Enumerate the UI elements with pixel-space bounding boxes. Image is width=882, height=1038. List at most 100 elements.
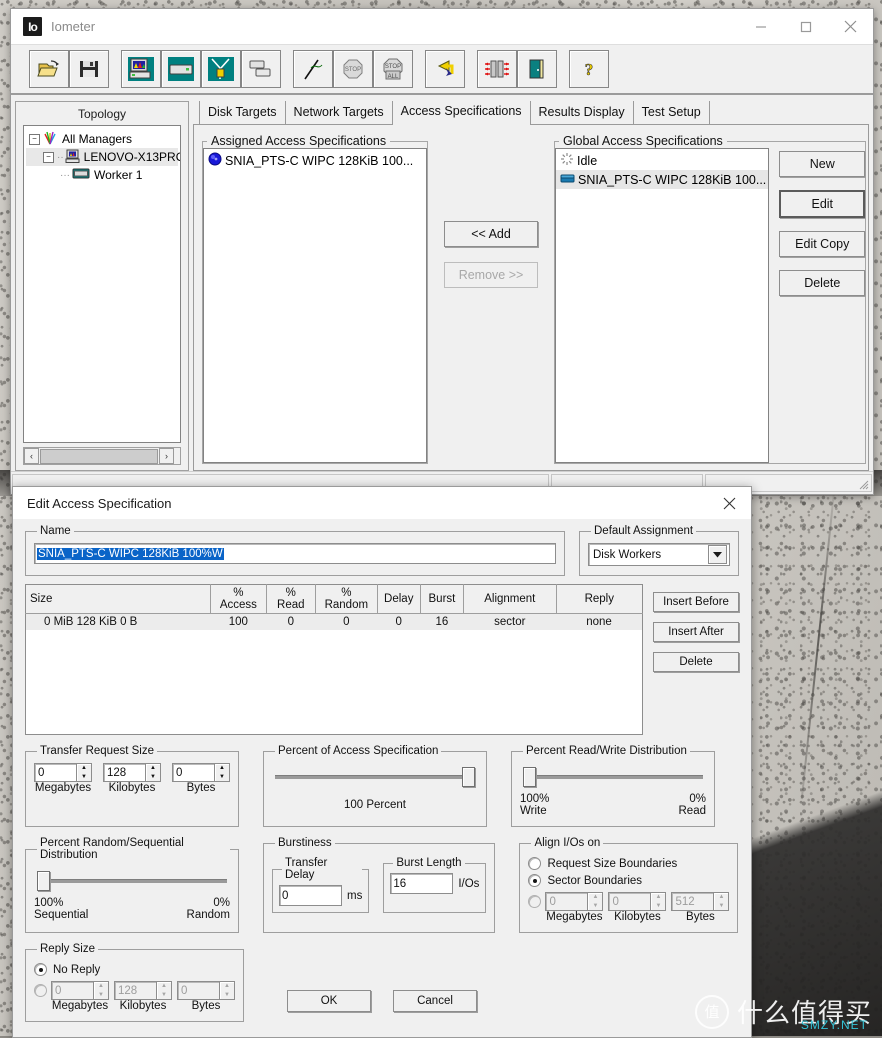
column-header-alignment[interactable]: Alignment: [464, 585, 557, 614]
radio-icon[interactable]: [528, 857, 541, 870]
column-header-burst[interactable]: Burst: [420, 585, 463, 614]
megabytes-label: Megabytes: [34, 782, 92, 794]
align-custom-radio-icon[interactable]: [528, 895, 541, 908]
percent-of-access-slider[interactable]: [275, 767, 475, 785]
column-header-access[interactable]: % Access: [211, 585, 267, 614]
kilobytes-stepper[interactable]: 128 ▲▼: [103, 763, 161, 782]
access-spec-table[interactable]: Size % Access % Read % Random Delay Burs…: [25, 584, 643, 735]
column-header-random[interactable]: % Random: [315, 585, 377, 614]
align-request-size-radio[interactable]: Request Size Boundaries: [528, 855, 729, 872]
new-worker-button[interactable]: [161, 50, 201, 88]
radio-icon-selected[interactable]: [34, 963, 47, 976]
tab-results-display[interactable]: Results Display: [530, 101, 634, 124]
maximize-button[interactable]: [783, 9, 828, 44]
new-button[interactable]: New: [779, 151, 865, 177]
read-write-slider[interactable]: [523, 767, 703, 785]
topology-horizontal-scrollbar[interactable]: ‹ ›: [23, 447, 181, 465]
table-header-row: Size % Access % Read % Random Delay Burs…: [26, 585, 643, 614]
megabytes-stepper[interactable]: 0 ▲▼: [34, 763, 92, 782]
scroll-right-arrow-icon[interactable]: ›: [159, 448, 174, 464]
start-tests-button[interactable]: [293, 50, 333, 88]
default-assignment-select[interactable]: Disk Workers: [588, 543, 730, 566]
insert-before-button[interactable]: Insert Before: [653, 592, 739, 612]
tab-disk-targets[interactable]: Disk Targets: [199, 101, 286, 124]
add-button[interactable]: << Add: [444, 221, 538, 247]
reset-button[interactable]: [425, 50, 465, 88]
random-sequential-slider[interactable]: [37, 871, 227, 889]
new-manager-button[interactable]: [121, 50, 161, 88]
align-sector-radio[interactable]: Sector Boundaries: [528, 872, 729, 889]
stepper-arrows-icon[interactable]: ▲▼: [76, 763, 92, 782]
burst-length-input[interactable]: 16: [390, 873, 453, 894]
list-item[interactable]: Idle: [556, 151, 768, 170]
kilobytes-value[interactable]: 128: [103, 763, 145, 782]
global-access-specifications-list[interactable]: Idle SNIA_PTS-C WIPC 128KiB 100...: [555, 148, 769, 463]
expander-icon[interactable]: −: [43, 152, 54, 163]
stepper-arrows-icon[interactable]: ▲▼: [214, 763, 230, 782]
tab-test-setup[interactable]: Test Setup: [633, 101, 710, 124]
radio-icon-selected[interactable]: [528, 874, 541, 887]
delete-row-button[interactable]: Delete: [653, 652, 739, 672]
bytes-value[interactable]: 0: [172, 763, 214, 782]
chevron-down-icon[interactable]: [708, 545, 727, 564]
disconnect-button[interactable]: [201, 50, 241, 88]
iometer-app-icon: Io: [23, 17, 42, 36]
topology-panel: Topology −: [15, 101, 189, 471]
spread-access-specs-button[interactable]: [477, 50, 517, 88]
dialog-close-button[interactable]: [707, 487, 751, 519]
stepper-arrows-icon[interactable]: ▲▼: [145, 763, 161, 782]
resize-grip-icon[interactable]: [857, 478, 869, 490]
slider-thumb[interactable]: [37, 871, 50, 891]
duplicate-worker-button[interactable]: [241, 50, 281, 88]
assigned-access-specifications-list[interactable]: SNIA_PTS-C WIPC 128KiB 100...: [203, 148, 427, 463]
ok-button[interactable]: OK: [287, 990, 371, 1012]
expander-icon[interactable]: −: [29, 134, 40, 145]
tree-node-manager[interactable]: − ·· LENOVO-X13PRO: [26, 148, 178, 166]
align-megabytes-value: 0: [545, 892, 587, 911]
column-header-reply[interactable]: Reply: [556, 585, 642, 614]
delete-button[interactable]: Delete: [779, 270, 865, 296]
topology-tree[interactable]: − All Managers: [23, 125, 181, 443]
stop-all-button[interactable]: STOP ALL: [373, 50, 413, 88]
tab-network-targets[interactable]: Network Targets: [285, 101, 393, 124]
transfer-delay-input[interactable]: 0: [279, 885, 342, 906]
exit-button[interactable]: [517, 50, 557, 88]
column-header-read[interactable]: % Read: [266, 585, 315, 614]
edit-button[interactable]: Edit: [779, 190, 865, 218]
slider-thumb[interactable]: [523, 767, 536, 787]
insert-after-button[interactable]: Insert After: [653, 622, 739, 642]
dialog-titlebar: Edit Access Specification: [13, 487, 751, 519]
iometer-main-window: Io Iometer: [10, 8, 874, 495]
scrollbar-thumb[interactable]: [40, 449, 158, 464]
tab-access-specifications[interactable]: Access Specifications: [392, 101, 531, 125]
save-file-button[interactable]: [69, 50, 109, 88]
spec-table-row: Size % Access % Read % Random Delay Burs…: [25, 584, 739, 735]
stop-test-button[interactable]: STOP: [333, 50, 373, 88]
close-button[interactable]: [828, 9, 873, 44]
settings-row-2: Percent Random/Sequential Distribution 1…: [25, 837, 739, 933]
megabytes-value[interactable]: 0: [34, 763, 76, 782]
cancel-button[interactable]: Cancel: [393, 990, 477, 1012]
tree-node-worker[interactable]: ··· Worker 1: [26, 166, 178, 184]
name-input[interactable]: SNIA_PTS-C WIPC 128KiB 100%W: [34, 543, 556, 564]
transfer-delay-unit: ms: [347, 890, 362, 902]
column-header-size[interactable]: Size: [26, 585, 211, 614]
table-row[interactable]: 0 MiB 128 KiB 0 B 100 0 0 0 16 sector no…: [26, 614, 643, 631]
help-button[interactable]: ?: [569, 50, 609, 88]
edit-copy-button[interactable]: Edit Copy: [779, 231, 865, 257]
bytes-stepper[interactable]: 0 ▲▼: [172, 763, 230, 782]
column-header-delay[interactable]: Delay: [377, 585, 420, 614]
tabbed-pane: Disk Targets Network Targets Access Spec…: [193, 101, 869, 471]
edit-access-specification-dialog: Edit Access Specification Name SNIA_PTS-…: [12, 486, 752, 1038]
list-item[interactable]: SNIA_PTS-C WIPC 128KiB 100...: [204, 151, 426, 170]
list-item[interactable]: SNIA_PTS-C WIPC 128KiB 100...: [556, 170, 768, 189]
name-legend: Name: [37, 525, 74, 537]
window-title: Iometer: [51, 19, 738, 34]
open-file-button[interactable]: [29, 50, 69, 88]
window-controls: [738, 9, 873, 44]
minimize-button[interactable]: [738, 9, 783, 44]
slider-thumb[interactable]: [462, 767, 475, 787]
scroll-left-arrow-icon[interactable]: ‹: [24, 448, 39, 464]
no-reply-radio[interactable]: No Reply: [34, 961, 235, 978]
tree-node-all-managers[interactable]: − All Managers: [26, 130, 178, 148]
